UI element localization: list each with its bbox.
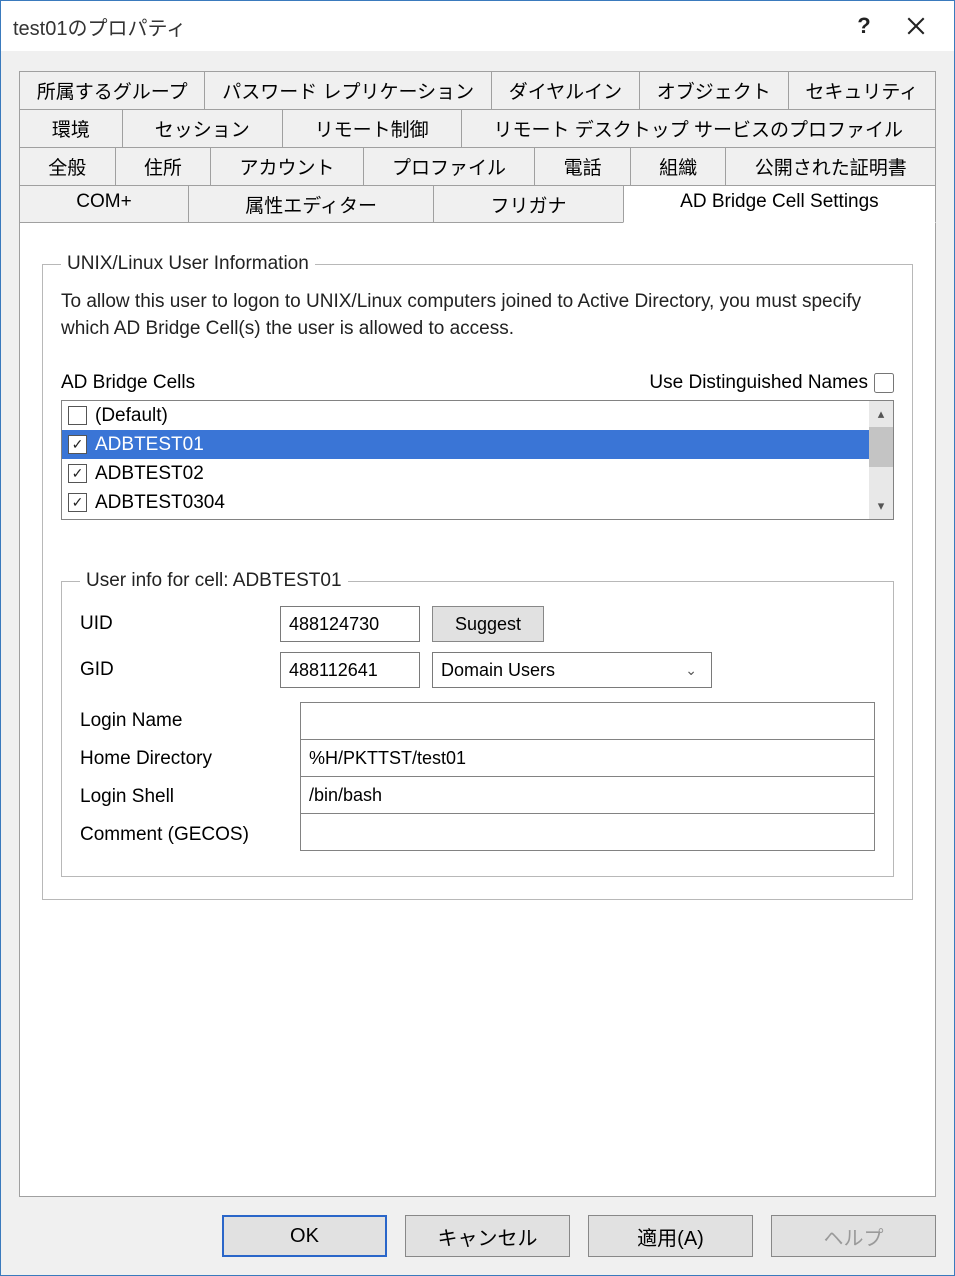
- cells-label: AD Bridge Cells: [61, 372, 649, 394]
- ok-button[interactable]: OK: [222, 1215, 387, 1257]
- titlebar: test01のプロパティ ?: [1, 1, 954, 51]
- tab-組織[interactable]: 組織: [630, 147, 727, 185]
- cell-item[interactable]: ✓ ADBTEST0304: [62, 488, 869, 517]
- group-legend: UNIX/Linux User Information: [61, 253, 315, 275]
- gid-group-dropdown[interactable]: Domain Users ⌄: [432, 652, 712, 688]
- cell-item-label: ADBTEST02: [95, 463, 204, 485]
- uid-label: UID: [80, 613, 280, 635]
- tab-オブジェクト[interactable]: オブジェクト: [639, 71, 789, 109]
- cell-item-label: (Default): [95, 405, 168, 427]
- use-dn-checkbox-label[interactable]: Use Distinguished Names: [649, 372, 894, 394]
- login-name-input[interactable]: [300, 702, 875, 740]
- home-directory-input[interactable]: [300, 739, 875, 777]
- tab-com+[interactable]: COM+: [19, 185, 189, 223]
- gid-row: GID Domain Users ⌄: [80, 652, 875, 688]
- scroll-track[interactable]: [869, 467, 893, 493]
- chevron-down-icon: ⌄: [679, 662, 703, 679]
- home-directory-label: Home Directory: [80, 740, 300, 778]
- tab-所属するグループ[interactable]: 所属するグループ: [19, 71, 205, 109]
- tab-リモート-デスクトップ-サービスのプロファイル[interactable]: リモート デスクトップ サービスのプロファイル: [461, 109, 936, 147]
- dialog-content: 所属するグループパスワード レプリケーションダイヤルインオブジェクトセキュリティ…: [1, 51, 954, 1197]
- cell-item-label: ADBTEST01: [95, 434, 204, 456]
- login-name-label: Login Name: [80, 702, 300, 740]
- tab-パスワード-レプリケーション[interactable]: パスワード レプリケーション: [204, 71, 491, 109]
- tab-ad-bridge-cell-settings[interactable]: AD Bridge Cell Settings: [623, 185, 936, 223]
- login-shell-input[interactable]: [300, 776, 875, 814]
- checkbox-icon[interactable]: ✓: [68, 464, 87, 483]
- cancel-button[interactable]: キャンセル: [405, 1215, 570, 1257]
- tab-リモート制御[interactable]: リモート制御: [282, 109, 462, 147]
- suggest-button[interactable]: Suggest: [432, 606, 544, 642]
- cell-item[interactable]: ✓ ADBTEST02: [62, 459, 869, 488]
- cell-item[interactable]: ✓ ADBTEST01: [62, 430, 869, 459]
- checkbox-icon[interactable]: ✓: [68, 493, 87, 512]
- tab-電話[interactable]: 電話: [534, 147, 631, 185]
- tab-公開された証明書[interactable]: 公開された証明書: [725, 147, 936, 185]
- login-shell-label: Login Shell: [80, 778, 300, 816]
- tab-属性エディター[interactable]: 属性エディター: [188, 185, 434, 223]
- gid-group-value: Domain Users: [441, 660, 555, 681]
- tab-アカウント[interactable]: アカウント: [210, 147, 364, 185]
- gecos-label: Comment (GECOS): [80, 816, 300, 854]
- dialog-button-bar: OK キャンセル 適用(A) ヘルプ: [1, 1197, 954, 1275]
- scroll-thumb[interactable]: [869, 427, 893, 467]
- checkbox-icon[interactable]: ✓: [68, 435, 87, 454]
- tab-プロファイル[interactable]: プロファイル: [363, 147, 536, 185]
- use-dn-checkbox[interactable]: [874, 373, 894, 393]
- use-dn-text: Use Distinguished Names: [649, 372, 868, 394]
- group-description: To allow this user to logon to UNIX/Linu…: [61, 289, 894, 342]
- list-scrollbar[interactable]: ▴ ▾: [869, 401, 893, 519]
- help-icon[interactable]: ?: [838, 6, 890, 46]
- close-icon[interactable]: [890, 6, 942, 46]
- uid-row: UID Suggest: [80, 606, 875, 642]
- gecos-input[interactable]: [300, 813, 875, 851]
- help-button[interactable]: ヘルプ: [771, 1215, 936, 1257]
- ad-bridge-cells-list[interactable]: (Default) ✓ ADBTEST01 ✓ ADBTEST02 ✓ ADBTEST030…: [61, 400, 894, 520]
- tab-セッション[interactable]: セッション: [122, 109, 283, 147]
- cell-item-label: ADBTEST0304: [95, 492, 225, 514]
- unix-user-info-group: UNIX/Linux User Information To allow thi…: [42, 253, 913, 900]
- tab-panel: UNIX/Linux User Information To allow thi…: [19, 222, 936, 1197]
- gid-input[interactable]: [280, 652, 420, 688]
- scroll-down-icon[interactable]: ▾: [869, 493, 893, 519]
- cells-header: AD Bridge Cells Use Distinguished Names: [61, 372, 894, 394]
- tab-環境[interactable]: 環境: [19, 109, 123, 147]
- tab-住所[interactable]: 住所: [115, 147, 212, 185]
- text-fields-stack: Login Name Home Directory Login Shell Co…: [80, 702, 875, 854]
- tab-ダイヤルイン[interactable]: ダイヤルイン: [491, 71, 640, 109]
- tab-セキュリティ[interactable]: セキュリティ: [788, 71, 936, 109]
- dialog-window: test01のプロパティ ? 所属するグループパスワード レプリケーションダイヤ…: [0, 0, 955, 1276]
- tab-フリガナ[interactable]: フリガナ: [433, 185, 624, 223]
- scroll-up-icon[interactable]: ▴: [869, 401, 893, 427]
- apply-button[interactable]: 適用(A): [588, 1215, 753, 1257]
- user-info-for-cell-group: User info for cell: ADBTEST01 UID Sugges…: [61, 570, 894, 877]
- uid-input[interactable]: [280, 606, 420, 642]
- userinfo-legend: User info for cell: ADBTEST01: [80, 570, 348, 592]
- window-title: test01のプロパティ: [13, 12, 838, 41]
- cell-item[interactable]: (Default): [62, 401, 869, 430]
- checkbox-icon[interactable]: [68, 406, 87, 425]
- tab-control: 所属するグループパスワード レプリケーションダイヤルインオブジェクトセキュリティ…: [19, 71, 936, 223]
- gid-label: GID: [80, 659, 280, 681]
- tab-全般[interactable]: 全般: [19, 147, 116, 185]
